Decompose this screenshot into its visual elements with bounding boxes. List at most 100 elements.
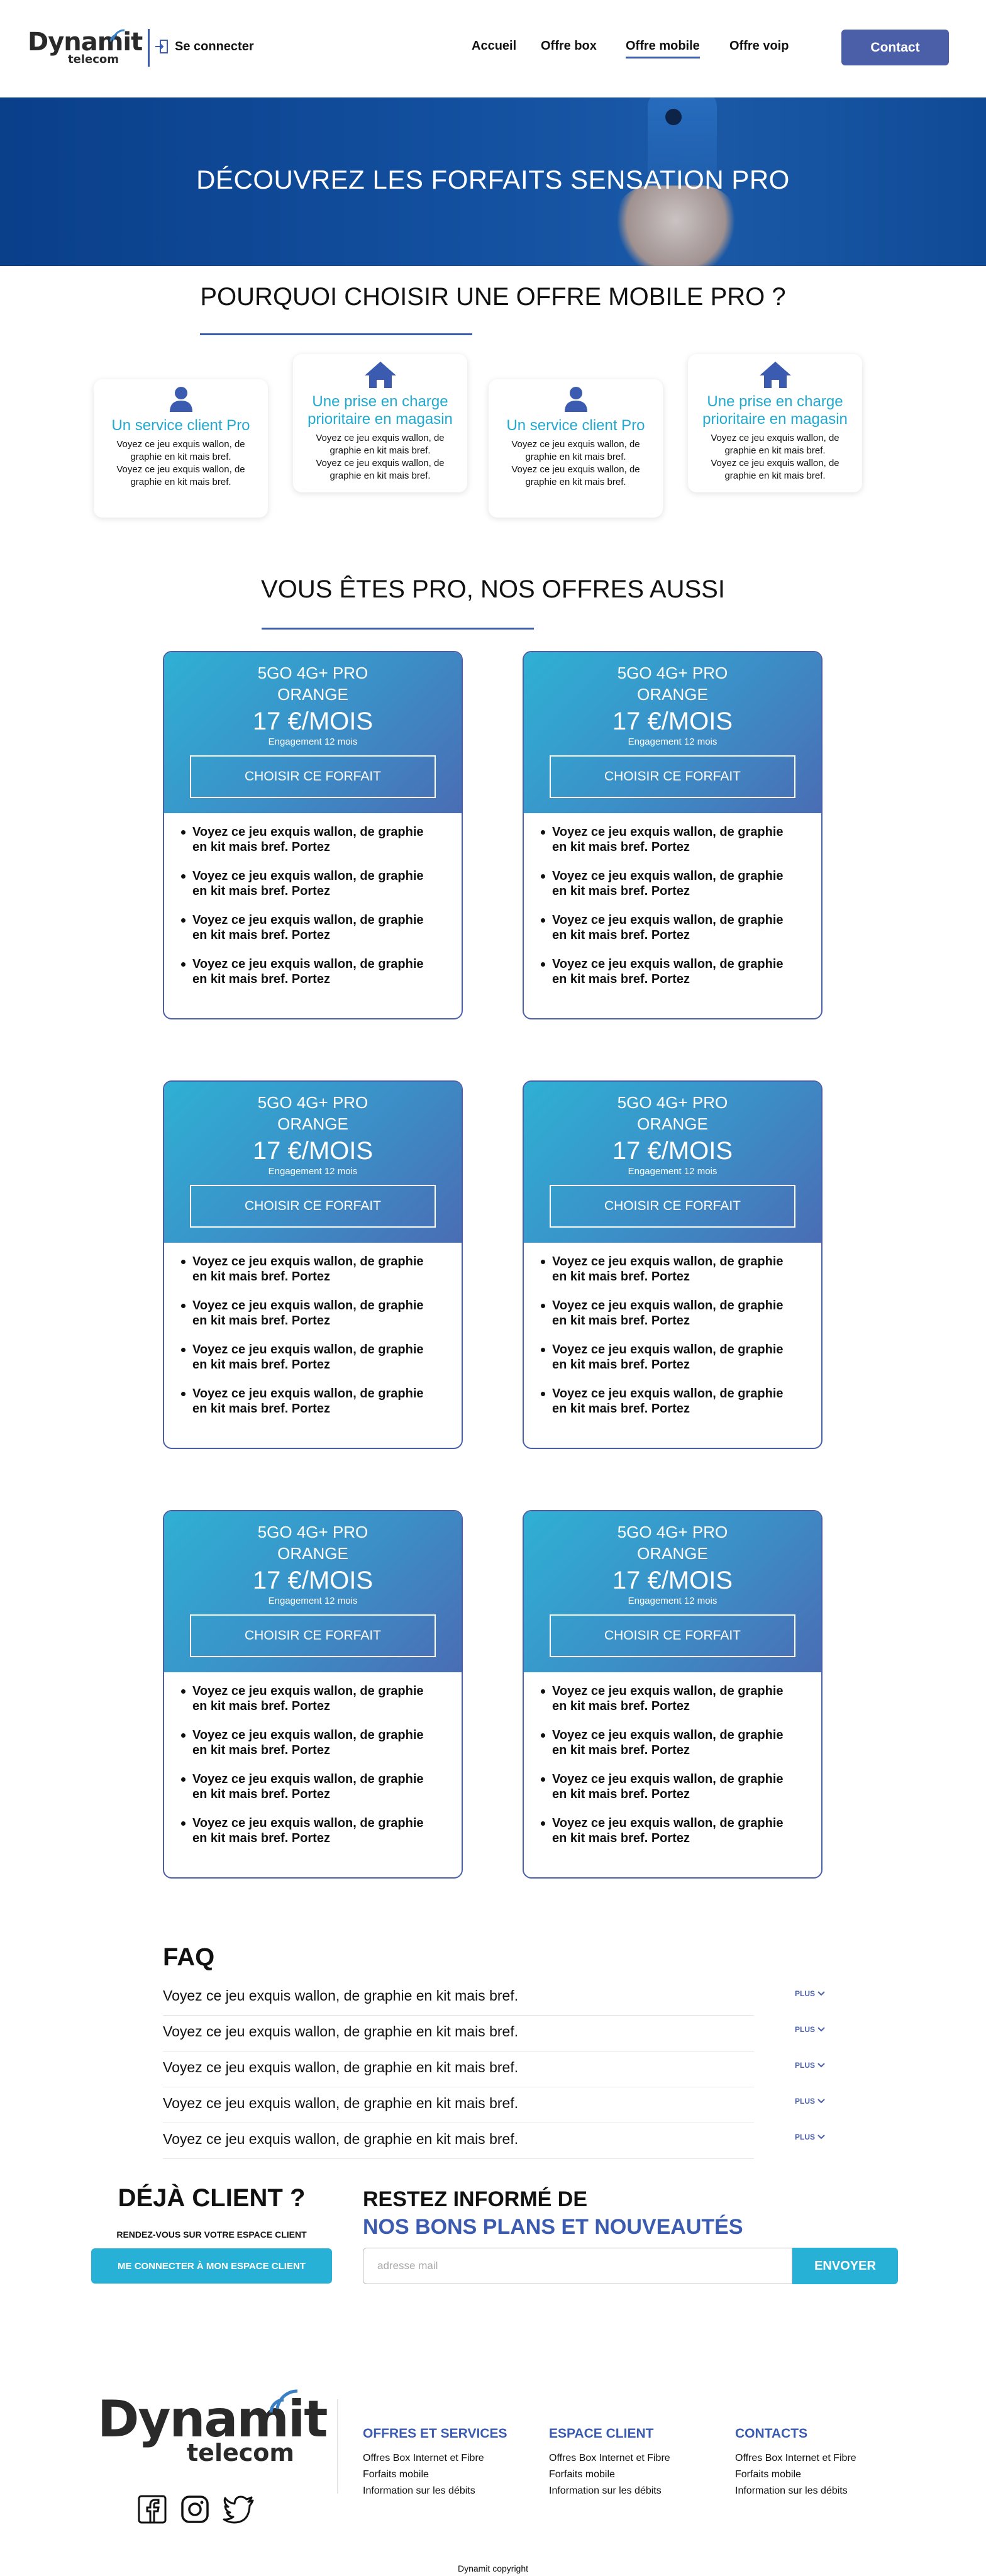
offer-name: 5GO 4G+ PRO: [257, 663, 368, 682]
newsletter-subtitle: NOS BONS PLANS ET NOUVEAUTÉS: [363, 2215, 743, 2239]
offer-card: 5GO 4G+ PRO ORANGE 17 €/MOIS Engagement …: [163, 1510, 463, 1879]
choose-plan-button[interactable]: CHOISIR CE FORFAIT: [190, 1185, 436, 1228]
feature-text: Voyez ce jeu exquis wallon, de graphie e…: [316, 433, 445, 456]
offer-feature: Voyez ce jeu exquis wallon, de graphie e…: [541, 869, 796, 899]
feature-text: Voyez ce jeu exquis wallon, de graphie e…: [711, 458, 839, 481]
offer-header: 5GO 4G+ PRO ORANGE 17 €/MOIS Engagement …: [524, 1082, 821, 1243]
offer-card: 5GO 4G+ PRO ORANGE 17 €/MOIS Engagement …: [163, 1080, 463, 1449]
faq-item[interactable]: Voyez ce jeu exquis wallon, de graphie e…: [163, 2023, 825, 2058]
offer-engagement: Engagement 12 mois: [628, 736, 717, 747]
footer-link[interactable]: Offres Box Internet et Fibre: [735, 2450, 856, 2467]
offer-engagement: Engagement 12 mois: [268, 736, 358, 747]
contact-button[interactable]: Contact: [841, 30, 949, 65]
footer-column: OFFRES ET SERVICES Offres Box Internet et…: [363, 2426, 507, 2499]
offer-feature: Voyez ce jeu exquis wallon, de graphie e…: [541, 1772, 796, 1802]
footer-column: CONTACTS Offres Box Internet et Fibre Forf…: [735, 2426, 856, 2499]
footer-link[interactable]: Offres Box Internet et Fibre: [363, 2450, 507, 2467]
login-label: Se connecter: [175, 39, 254, 53]
twitter-icon[interactable]: [223, 2494, 254, 2524]
offer-card: 5GO 4G+ PRO ORANGE 17 €/MOIS Engagement …: [523, 1510, 823, 1879]
choose-plan-button[interactable]: CHOISIR CE FORFAIT: [190, 1614, 436, 1657]
offer-feature: Voyez ce jeu exquis wallon, de graphie e…: [541, 1298, 796, 1328]
footer-link[interactable]: Offres Box Internet et Fibre: [549, 2450, 670, 2467]
site-header: Dynamit telecom Se connecter Accueil Off…: [0, 0, 986, 97]
choose-plan-button[interactable]: CHOISIR CE FORFAIT: [550, 1614, 795, 1657]
why-title: POURQUOI CHOISIR UNE OFFRE MOBILE PRO ?: [200, 283, 786, 311]
faq-expand-button[interactable]: PLUS: [795, 2025, 825, 2034]
user-icon: [169, 387, 192, 412]
footer-link[interactable]: Forfaits mobile: [363, 2467, 507, 2483]
offer-operator: ORANGE: [637, 685, 708, 704]
home-icon: [759, 362, 791, 388]
offer-operator: ORANGE: [637, 1544, 708, 1563]
faq-item[interactable]: Voyez ce jeu exquis wallon, de graphie e…: [163, 2059, 825, 2094]
nav-accueil[interactable]: Accueil: [472, 39, 516, 53]
footer-link[interactable]: Information sur les débits: [363, 2483, 507, 2499]
footer-logo-subtext: telecom: [187, 2439, 294, 2467]
faq-expand-button[interactable]: PLUS: [795, 2133, 825, 2141]
email-field[interactable]: [363, 2248, 792, 2284]
footer-link[interactable]: Information sur les débits: [549, 2483, 670, 2499]
nav-offre-mobile[interactable]: Offre mobile: [626, 39, 700, 58]
social-links: [137, 2494, 254, 2524]
feature-text: Voyez ce jeu exquis wallon, de graphie e…: [711, 433, 839, 456]
offer-feature: Voyez ce jeu exquis wallon, de graphie e…: [181, 1728, 436, 1758]
feature-text: Voyez ce jeu exquis wallon, de graphie e…: [511, 439, 640, 462]
offer-price: 17 €/MOIS: [612, 1137, 733, 1165]
faq-expand-button[interactable]: PLUS: [795, 2097, 825, 2106]
footer-link[interactable]: Information sur les débits: [735, 2483, 856, 2499]
footer-link[interactable]: Forfaits mobile: [735, 2467, 856, 2483]
choose-plan-button[interactable]: CHOISIR CE FORFAIT: [550, 1185, 795, 1228]
faq-expand-button[interactable]: PLUS: [795, 1989, 825, 1998]
offer-name: 5GO 4G+ PRO: [617, 663, 728, 682]
footer-logo[interactable]: Dynamit telecom: [97, 2384, 328, 2467]
faq-item[interactable]: Voyez ce jeu exquis wallon, de graphie e…: [163, 2095, 825, 2130]
offer-feature: Voyez ce jeu exquis wallon, de graphie e…: [541, 1254, 796, 1284]
faq-expand-button[interactable]: PLUS: [795, 2061, 825, 2070]
offer-header: 5GO 4G+ PRO ORANGE 17 €/MOIS Engagement …: [164, 1511, 462, 1672]
logo[interactable]: Dynamit telecom: [28, 25, 143, 69]
feature-title: Une prise en charge prioritaire en magas…: [307, 393, 453, 428]
choose-plan-button[interactable]: CHOISIR CE FORFAIT: [190, 755, 436, 798]
copyright: Dynamit copyright: [457, 2563, 529, 2573]
faq-divider: [163, 2015, 754, 2016]
offer-feature: Voyez ce jeu exquis wallon, de graphie e…: [181, 913, 436, 943]
choose-plan-button[interactable]: CHOISIR CE FORFAIT: [550, 755, 795, 798]
faq-more-label: PLUS: [795, 1989, 816, 1998]
faq-title: FAQ: [163, 1943, 215, 1971]
offer-card: 5GO 4G+ PRO ORANGE 17 €/MOIS Engagement …: [163, 651, 463, 1019]
instagram-icon[interactable]: [180, 2494, 210, 2524]
feature-text: Voyez ce jeu exquis wallon, de graphie e…: [316, 458, 445, 481]
user-icon: [564, 387, 587, 412]
offer-feature: Voyez ce jeu exquis wallon, de graphie e…: [181, 1816, 436, 1846]
faq-question: Voyez ce jeu exquis wallon, de graphie e…: [163, 1987, 519, 2004]
offer-name: 5GO 4G+ PRO: [617, 1523, 728, 1541]
offer-feature: Voyez ce jeu exquis wallon, de graphie e…: [181, 824, 436, 855]
offer-feature: Voyez ce jeu exquis wallon, de graphie e…: [541, 1684, 796, 1714]
offer-feature: Voyez ce jeu exquis wallon, de graphie e…: [541, 913, 796, 943]
send-button[interactable]: ENVOYER: [792, 2248, 898, 2284]
offer-operator: ORANGE: [277, 1114, 348, 1133]
login-separator: [148, 29, 150, 67]
client-login-button[interactable]: ME CONNECTER À MON ESPACE CLIENT: [91, 2248, 332, 2284]
login-link[interactable]: Se connecter: [155, 39, 254, 54]
feature-text: Voyez ce jeu exquis wallon, de graphie e…: [511, 464, 640, 487]
offer-feature: Voyez ce jeu exquis wallon, de graphie e…: [541, 1816, 796, 1846]
offer-engagement: Engagement 12 mois: [628, 1596, 717, 1606]
offer-feature-list: Voyez ce jeu exquis wallon, de graphie e…: [164, 813, 462, 987]
feature-card: Une prise en charge prioritaire en magas…: [688, 354, 862, 492]
faq-item[interactable]: Voyez ce jeu exquis wallon, de graphie e…: [163, 1987, 825, 2023]
client-title: DÉJÀ CLIENT ?: [118, 2184, 306, 2212]
nav-offre-voip[interactable]: Offre voip: [729, 39, 789, 53]
faq-item[interactable]: Voyez ce jeu exquis wallon, de graphie e…: [163, 2131, 825, 2166]
offer-price: 17 €/MOIS: [252, 1567, 374, 1594]
offer-price: 17 €/MOIS: [612, 708, 733, 735]
nav-offre-box[interactable]: Offre box: [541, 39, 597, 53]
offer-feature: Voyez ce jeu exquis wallon, de graphie e…: [181, 1386, 436, 1416]
offer-header: 5GO 4G+ PRO ORANGE 17 €/MOIS Engagement …: [164, 652, 462, 813]
footer-column: ESPACE CLIENT Offres Box Internet et Fibr…: [549, 2426, 670, 2499]
offer-name: 5GO 4G+ PRO: [617, 1093, 728, 1112]
footer-link[interactable]: Forfaits mobile: [549, 2467, 670, 2483]
chevron-down-icon: [817, 2063, 825, 2068]
facebook-icon[interactable]: [137, 2494, 167, 2524]
